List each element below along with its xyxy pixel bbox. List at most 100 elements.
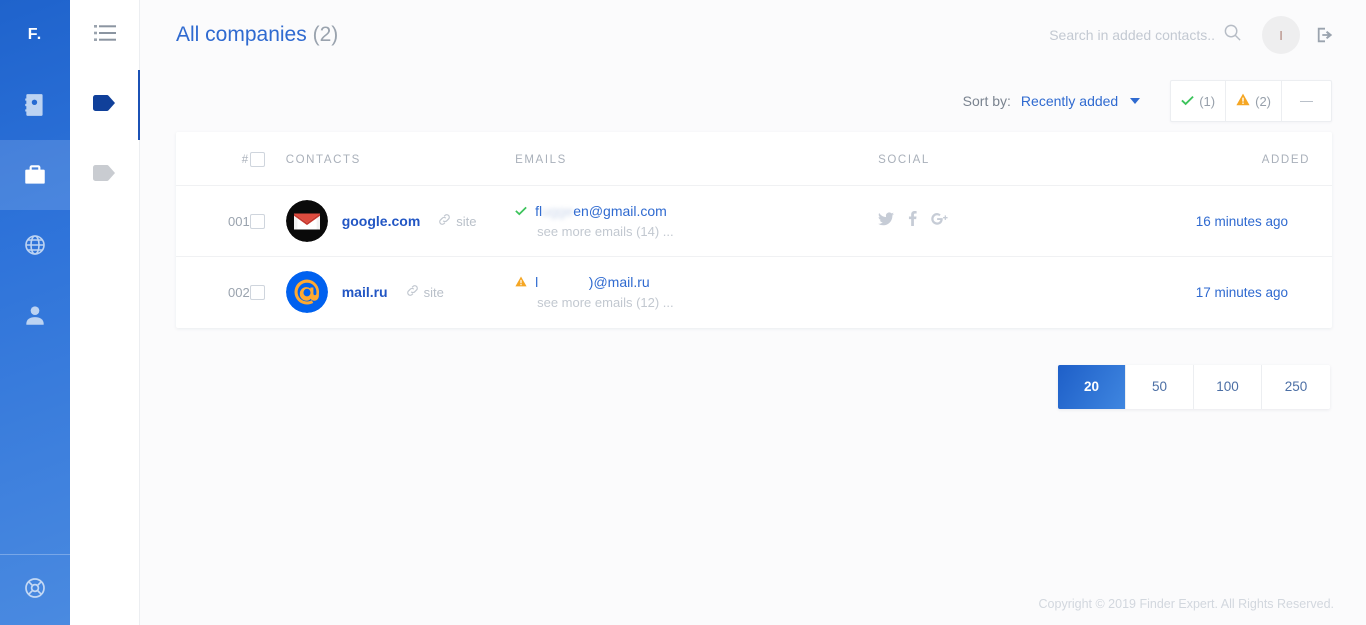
site-link[interactable]: site	[438, 213, 477, 229]
check-icon	[1181, 94, 1194, 109]
table-body: 001 google.com site fluggeen@gmail.com s…	[176, 185, 1332, 328]
page-size-250[interactable]: 250	[1262, 364, 1330, 409]
row-number: 001	[228, 213, 250, 229]
added-cell: 17 minutes ago	[1168, 257, 1332, 328]
contact-cell: google.com site	[285, 185, 516, 257]
company-domain-link[interactable]: google.com	[342, 213, 421, 229]
company-domain-link[interactable]: mail.ru	[342, 284, 388, 300]
tag-icon	[92, 94, 117, 116]
social-cell	[878, 185, 1169, 257]
brand-logo[interactable]: F.	[0, 0, 70, 70]
sidebar-item-contacts-book[interactable]	[0, 70, 70, 140]
column-header-contacts: CONTACTS	[285, 132, 516, 186]
top-header: All companies (2) I	[140, 0, 1366, 70]
search-input[interactable]	[1015, 27, 1215, 43]
app-root: F. All companies (2) Search in added con…	[0, 0, 1366, 625]
column-header-social: SOCIAL	[878, 132, 1169, 186]
list-icon	[93, 24, 116, 47]
page-size-100[interactable]: 100	[1194, 364, 1262, 409]
filter-warning-button[interactable]: (2)	[1226, 81, 1282, 121]
emails-cell: fluggeen@gmail.com see more emails (14) …	[515, 185, 879, 257]
sort-by-dropdown[interactable]: Recently added	[1021, 93, 1141, 109]
table-header-row: # CONTACTS EMAILS SOCIAL ADDED	[176, 132, 1332, 186]
sidebar-item-domains[interactable]	[0, 210, 70, 280]
email-suffix: )@mail.ru	[588, 274, 650, 291]
rail-item-list-view[interactable]	[70, 0, 140, 70]
briefcase-icon	[22, 162, 48, 188]
row-checkbox[interactable]	[249, 284, 265, 300]
site-link[interactable]: site	[406, 284, 444, 300]
email-masked: ugge	[542, 203, 574, 219]
column-header-number: #	[176, 132, 250, 186]
table-row[interactable]: 002 mail.ru site l)@mail.ru see more em…	[176, 257, 1332, 328]
chevron-down-icon	[1130, 98, 1141, 104]
sidebar-item-people[interactable]	[0, 280, 70, 350]
warning-icon	[515, 274, 527, 290]
companies-table: # CONTACTS EMAILS SOCIAL ADDED 001 googl…	[176, 132, 1332, 328]
sidebar-item-companies[interactable]	[0, 140, 70, 210]
page-title-count: (2)	[312, 23, 339, 46]
table-row[interactable]: 001 google.com site fluggeen@gmail.com s…	[176, 185, 1332, 257]
link-icon	[438, 213, 451, 229]
sort-by-label: Sort by:	[962, 93, 1011, 109]
globe-icon	[23, 233, 47, 257]
row-number-cell: 001	[176, 185, 250, 257]
header-actions: I	[1015, 16, 1334, 54]
site-link-label: site	[423, 284, 444, 300]
row-number: 002	[228, 284, 250, 300]
main-content: All companies (2) I	[140, 0, 1366, 625]
table-head: # CONTACTS EMAILS SOCIAL ADDED	[176, 132, 1332, 186]
companies-table-card: # CONTACTS EMAILS SOCIAL ADDED 001 googl…	[176, 132, 1332, 328]
search-icon[interactable]	[1223, 23, 1242, 47]
dash-icon	[1300, 100, 1313, 102]
tag-icon	[92, 164, 117, 186]
avatar[interactable]: I	[1262, 16, 1300, 54]
facebook-icon[interactable]	[908, 211, 917, 231]
filter-warning-count: (2)	[1255, 93, 1271, 109]
added-time: 16 minutes ago	[1195, 213, 1288, 229]
page-title-text: All companies	[176, 23, 307, 46]
page-title: All companies (2)	[176, 23, 338, 47]
site-link-label: site	[456, 213, 477, 229]
primary-email-text: l )@mail.ru	[535, 274, 650, 290]
footer-copyright: Copyright © 2019 Finder Expert. All Righ…	[1038, 597, 1334, 611]
social-cell	[878, 257, 1168, 328]
filter-verified-count: (1)	[1199, 93, 1216, 109]
pagination-row: 20 50 100 250	[140, 328, 1366, 409]
filter-button-group: (1) (2)	[1170, 80, 1332, 122]
sidebar-item-support[interactable]	[0, 555, 70, 625]
page-size-50[interactable]: 50	[1126, 364, 1194, 409]
email-suffix: en@gmail.com	[573, 203, 667, 219]
warning-icon	[1236, 93, 1250, 109]
contact-cell: mail.ru site	[285, 257, 515, 328]
see-more-emails-link[interactable]: see more emails (12) ...	[515, 295, 878, 310]
row-checkbox[interactable]	[249, 213, 265, 229]
page-size-20[interactable]: 20	[1058, 364, 1126, 409]
toolbar: Sort by: Recently added (1) (2)	[140, 70, 1366, 132]
filter-verified-button[interactable]: (1)	[1171, 81, 1227, 121]
rail-item-tag-primary[interactable]	[70, 70, 141, 140]
mailru-logo	[285, 271, 328, 314]
twitter-icon[interactable]	[878, 211, 895, 231]
filter-none-button[interactable]	[1282, 81, 1331, 121]
primary-email[interactable]: l )@mail.ru	[515, 274, 878, 290]
select-all-checkbox[interactable]	[249, 152, 265, 167]
emails-cell: l )@mail.ru see more emails (12) ...	[515, 257, 878, 328]
email-masked	[538, 274, 589, 290]
row-checkbox-cell	[249, 257, 286, 328]
googleplus-icon[interactable]	[931, 212, 948, 231]
added-cell: 16 minutes ago	[1168, 185, 1332, 257]
primary-email[interactable]: fluggeen@gmail.com	[515, 203, 878, 219]
added-time: 17 minutes ago	[1195, 284, 1288, 300]
primary-email-text: fluggeen@gmail.com	[535, 203, 667, 219]
gmail-logo	[285, 200, 328, 242]
lifebuoy-icon	[23, 576, 47, 605]
rail-item-tag-secondary[interactable]	[70, 140, 140, 210]
logout-icon[interactable]	[1316, 26, 1334, 44]
check-icon	[515, 203, 527, 219]
link-icon	[406, 284, 419, 300]
see-more-emails-link[interactable]: see more emails (14) ...	[515, 224, 878, 239]
row-number-cell: 002	[176, 257, 250, 328]
row-checkbox-cell	[249, 185, 286, 257]
primary-sidebar: F.	[0, 0, 70, 625]
